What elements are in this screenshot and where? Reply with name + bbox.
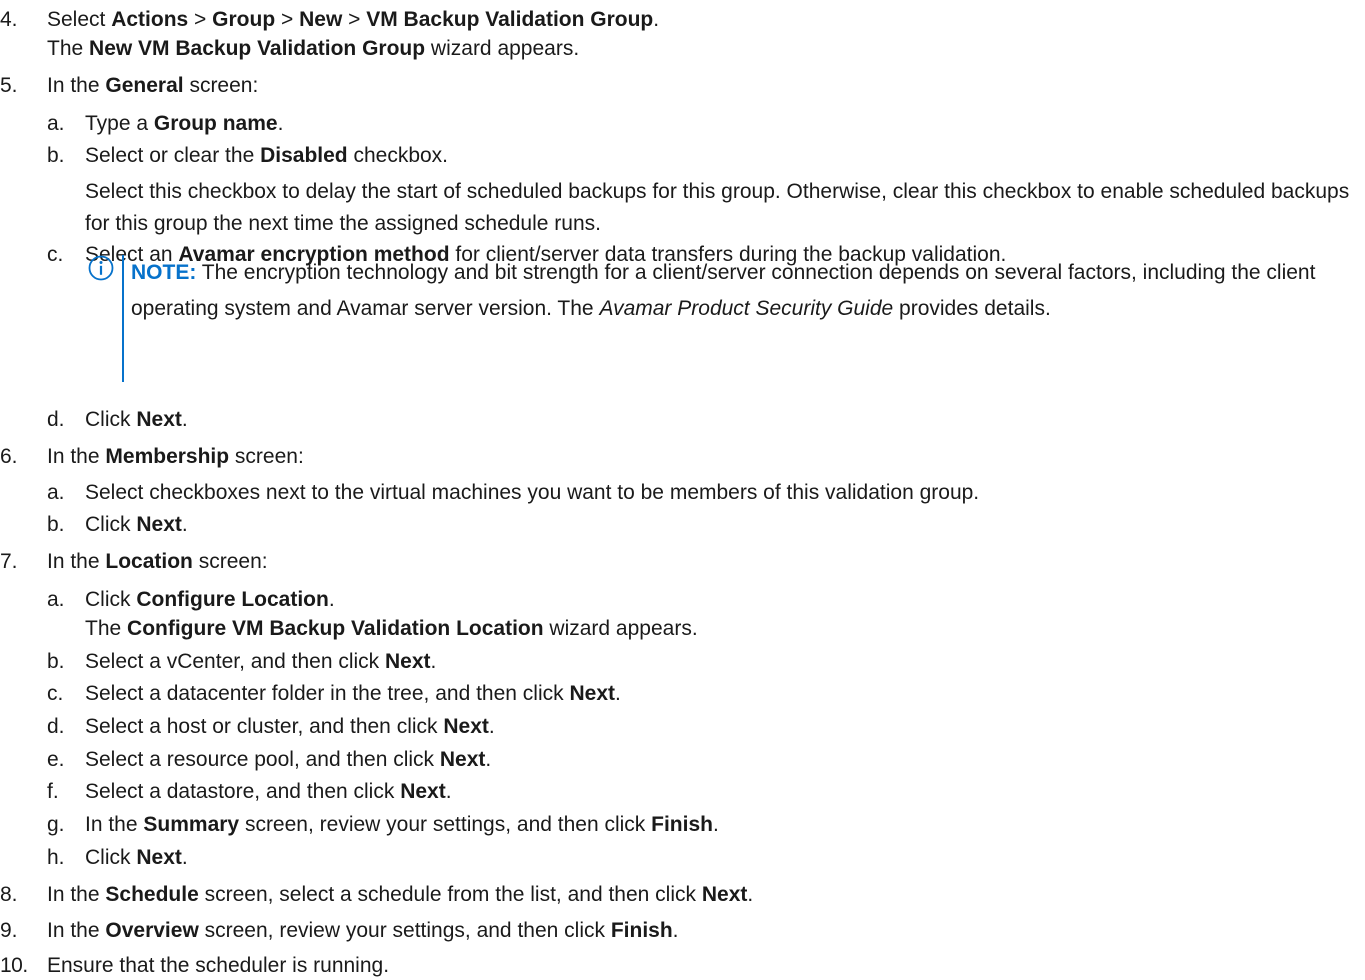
- step-number: 4.: [0, 8, 18, 31]
- step-text: In the General screen:: [47, 74, 259, 97]
- menu-vm-backup-validation-group: VM Backup Validation Group: [366, 8, 654, 31]
- step-number: 5.: [0, 74, 18, 97]
- step-number: 9.: [0, 919, 18, 942]
- menu-group: Group: [212, 8, 276, 31]
- step-number: 7.: [0, 550, 18, 573]
- step-number: 8.: [0, 883, 18, 906]
- info-icon: [88, 255, 114, 281]
- step-number: 6.: [0, 445, 18, 468]
- guide-title: Avamar Product Security Guide: [599, 297, 894, 320]
- note-label: NOTE:: [131, 261, 197, 284]
- menu-actions: Actions: [111, 8, 189, 31]
- note-text: NOTE: The encryption technology and bit …: [131, 261, 1316, 320]
- step-number: 10.: [0, 954, 28, 977]
- procedure-page: 4. Select Actions > Group > New > VM Bac…: [0, 0, 1365, 980]
- note-accent-bar: [122, 255, 124, 382]
- menu-new: New: [299, 8, 343, 31]
- wizard-name: New VM Backup Validation Group: [89, 37, 426, 60]
- step-text: Select Actions > Group > New > VM Backup…: [47, 8, 660, 31]
- substep-5b-explanation: Select this checkbox to delay the start …: [85, 180, 1350, 235]
